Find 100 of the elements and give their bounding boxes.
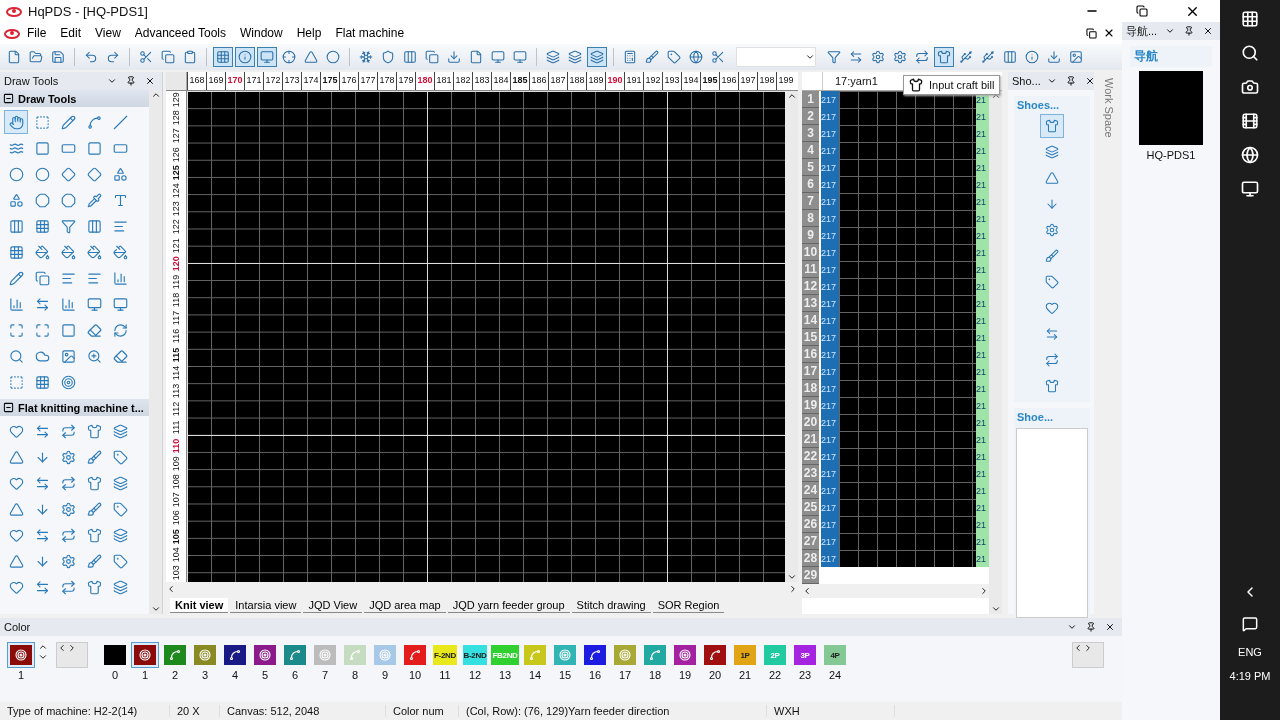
- ruler-number: 103: [170, 564, 182, 582]
- view-tab[interactable]: Intarsia view: [230, 597, 302, 613]
- ruler-number: 119: [170, 273, 182, 292]
- ruler-number: 193: [662, 72, 681, 90]
- ruler-number: 189: [586, 72, 605, 90]
- yarn-cell: 217: [821, 465, 839, 482]
- ruler-number: 122: [170, 218, 182, 237]
- color-number: 24: [828, 669, 842, 681]
- color-number: 19: [678, 669, 692, 681]
- color-number: 7: [321, 669, 329, 681]
- status-text: Canvas: 512, 2048: [220, 705, 386, 717]
- ruler-number: 197: [738, 72, 757, 90]
- panel-title: 导航...: [1126, 23, 1159, 39]
- swatch-code: F-2ND: [432, 650, 458, 660]
- status-text: 20 X: [170, 705, 220, 717]
- ruler-number: 117: [170, 310, 182, 328]
- ruler-number: 194: [681, 72, 700, 90]
- menu-item[interactable]: Window: [233, 24, 290, 42]
- yarn-cell: 21: [976, 329, 989, 346]
- yarn-cell: 21: [976, 482, 989, 499]
- yarn-cell: 217: [821, 329, 839, 346]
- ruler-number: 174: [301, 72, 320, 90]
- ruler-number: 196: [719, 72, 738, 90]
- menu-item[interactable]: File: [20, 24, 54, 42]
- swatch-code: 2P: [769, 650, 781, 660]
- yarn-cell: 21: [976, 125, 989, 142]
- ruler-number: 180: [415, 72, 434, 90]
- language-indicator[interactable]: ENG: [1238, 646, 1262, 658]
- color-number: 9: [381, 669, 389, 681]
- color-number: 20: [708, 669, 722, 681]
- menu-item[interactable]: Advanceed Tools: [127, 24, 233, 42]
- color-number: 15: [558, 669, 572, 681]
- yarn-cell: 217: [821, 176, 839, 193]
- menu-item[interactable]: Flat machine: [328, 24, 412, 42]
- yarn-cell: 21: [976, 550, 989, 567]
- yarn-cell: 217: [821, 295, 839, 312]
- row-number: 26: [802, 516, 819, 533]
- ruler-number: 111: [170, 419, 182, 437]
- yarn-cell: 217: [821, 193, 839, 210]
- row-number: 25: [802, 499, 819, 516]
- yarn-cell: 217: [821, 516, 839, 533]
- yarn-cell: 21: [976, 465, 989, 482]
- yarn-cell: 21: [976, 159, 989, 176]
- row-number: 5: [802, 159, 819, 176]
- ruler-number: 118: [170, 292, 182, 310]
- yarn-cell: 21: [976, 346, 989, 363]
- view-tab[interactable]: Knit view: [170, 597, 229, 613]
- yarn-cell: 217: [821, 227, 839, 244]
- ruler-number: 116: [170, 328, 182, 346]
- yarn-cell: 21: [976, 278, 989, 295]
- ruler-number: 177: [358, 72, 377, 90]
- yarn-cell: 21: [976, 380, 989, 397]
- ruler-number: 128: [170, 109, 182, 128]
- swatch-code: 1P: [739, 650, 751, 660]
- row-number: 7: [802, 193, 819, 210]
- view-tab[interactable]: JQD yarn feeder group: [447, 597, 570, 613]
- clock[interactable]: 4:19 PM: [1229, 670, 1271, 682]
- color-number: 6: [291, 669, 299, 681]
- yarn-cell: 217: [821, 159, 839, 176]
- color-number: 13: [498, 669, 512, 681]
- color-number: 22: [768, 669, 782, 681]
- color-number: 3: [201, 669, 209, 681]
- view-tab[interactable]: Stitch drawing: [571, 597, 651, 613]
- yarn-cell: 21: [976, 193, 989, 210]
- row-number: 17: [802, 363, 819, 380]
- row-number: 16: [802, 346, 819, 363]
- color-number: 14: [528, 669, 542, 681]
- status-text: Color num: [386, 705, 459, 717]
- section-title: 导航: [1130, 46, 1212, 67]
- yarn-cell: 21: [976, 142, 989, 159]
- ruler-number: 124: [170, 182, 182, 201]
- yarn-cell: 217: [821, 431, 839, 448]
- view-tab[interactable]: JQD area map: [364, 597, 446, 613]
- color-number: 18: [648, 669, 662, 681]
- menu-item[interactable]: View: [88, 24, 128, 42]
- row-number: 13: [802, 295, 819, 312]
- menu-item[interactable]: Edit: [53, 24, 89, 42]
- yarn-cell: 217: [821, 261, 839, 278]
- document-name: HQ-PDS1: [1146, 149, 1196, 161]
- row-number: 14: [802, 312, 819, 329]
- panel-title: Sho...: [1012, 75, 1041, 87]
- yarn-cell: 21: [976, 244, 989, 261]
- ruler-number: 114: [170, 364, 182, 382]
- menu-item[interactable]: Help: [289, 24, 329, 42]
- yarn-cell: 217: [821, 210, 839, 227]
- view-tab[interactable]: JQD View: [303, 597, 363, 613]
- yarn-cell: 21: [976, 295, 989, 312]
- yarn-cell: 217: [821, 448, 839, 465]
- section-header[interactable]: Flat knitting machine t...: [0, 399, 149, 416]
- row-number: 22: [802, 448, 819, 465]
- yarn-cell: 217: [821, 108, 839, 125]
- yarn-cell: 21: [976, 397, 989, 414]
- yarn-cell: 21: [976, 499, 989, 516]
- ruler-number: 107: [170, 491, 182, 510]
- ruler-number: 184: [491, 72, 510, 90]
- section-title: Shoes...: [1016, 98, 1061, 113]
- view-tab[interactable]: SOR Region: [652, 597, 725, 613]
- section-header[interactable]: Draw Tools: [0, 90, 149, 107]
- yarn-cell: 21: [976, 414, 989, 431]
- ruler-number: 178: [377, 72, 396, 90]
